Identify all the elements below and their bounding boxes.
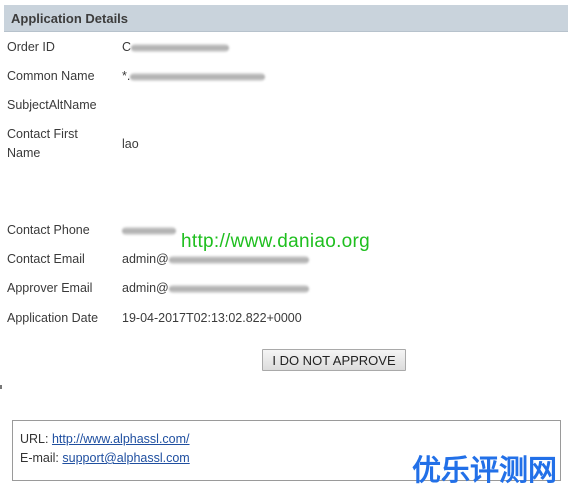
contact-email-value: admin@ (122, 250, 309, 269)
divider-mark (0, 385, 2, 389)
approver-email-value: admin@ (122, 279, 309, 298)
subject-alt-name-label: SubjectAltName (7, 98, 97, 112)
do-not-approve-button[interactable]: I DO NOT APPROVE (262, 349, 406, 371)
order-id-value: C (122, 38, 230, 57)
application-date-value: 19-04-2017T02:13:02.822+0000 (122, 311, 302, 325)
redacted-order-id (131, 43, 230, 52)
site-logo-text: 优乐评测网 (412, 453, 558, 487)
contact-first-name-value: lao (122, 137, 139, 151)
redacted-contact-email (168, 255, 309, 264)
approver-email-text: admin@ (122, 281, 169, 295)
contact-first-name-label: Contact First Name (7, 127, 78, 160)
redacted-approver-email (168, 284, 309, 293)
redacted-common-name (130, 72, 266, 81)
application-date-label: Application Date (7, 311, 99, 325)
contact-phone-value (122, 221, 176, 240)
common-name-value: *. (122, 67, 266, 86)
footer-email-link[interactable]: support@alphassl.com (62, 451, 189, 465)
footer-url-link[interactable]: http://www.alphassl.com/ (52, 432, 190, 446)
common-name-label: Common Name (7, 69, 95, 83)
order-id-text: C (122, 40, 132, 54)
approver-email-label: Approver Email (7, 281, 93, 295)
redacted-contact-phone (122, 226, 176, 235)
common-name-text: *. (122, 69, 131, 83)
contact-email-text: admin@ (122, 252, 169, 266)
contact-phone-label: Contact Phone (7, 223, 90, 237)
footer-email-label: E-mail: (20, 451, 59, 465)
panel-title: Application Details (4, 5, 568, 32)
order-id-label: Order ID (7, 40, 55, 54)
contact-email-label: Contact Email (7, 252, 85, 266)
application-details-panel: Application Details (4, 5, 568, 32)
footer-url-label: URL: (20, 432, 49, 446)
